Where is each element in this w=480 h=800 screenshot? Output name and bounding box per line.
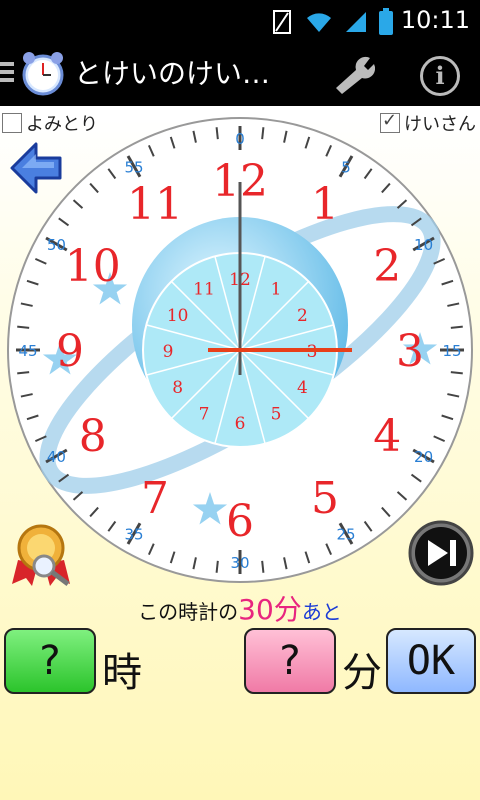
app-title: とけいのけい… [74,57,271,90]
minute-label: 40 [47,448,66,466]
hour-number: 11 [127,179,183,230]
inner-number: 10 [167,306,189,326]
skip-next-button[interactable] [408,520,474,586]
hint-suffix: あと [301,600,342,624]
hour-number: 6 [226,496,254,547]
minute-label: 55 [124,158,143,176]
minute-tick [215,560,219,573]
minute-label: 10 [414,236,433,254]
minute-tick [261,560,265,573]
info-icon[interactable]: i [420,56,460,96]
inner-number: 4 [297,378,308,398]
hour-number: 2 [373,241,401,292]
hour-number: 1 [311,179,339,230]
inner-number: 9 [163,342,174,362]
minute-tick [450,325,463,329]
hour-number: 3 [396,326,424,377]
question-hint: この時計の30分あと [0,588,480,628]
minute-answer-button[interactable]: ? [244,628,336,694]
minute-unit-label: 分 [342,650,382,696]
minute-tick [450,371,463,375]
inner-number: 8 [172,378,183,398]
inner-number: 5 [271,404,282,424]
app-logo-icon[interactable] [20,50,66,96]
hour-number: 9 [56,326,84,377]
hour-number: 8 [79,411,107,462]
inner-number: 11 [193,280,215,300]
status-time: 10:11 [400,6,470,34]
inner-number: 6 [235,414,246,434]
hour-number: 4 [373,411,401,462]
settings-wrench-icon[interactable] [330,54,378,94]
inner-number: 1 [271,280,282,300]
minute-label: 25 [336,526,355,544]
wifi-icon [307,13,331,32]
menu-icon[interactable] [0,62,14,84]
minute-tick [261,127,265,140]
minute-label: 5 [341,158,351,176]
hint-value: 30分 [238,593,302,626]
minute-label: 15 [442,342,461,360]
minute-answer-value: ? [279,638,301,684]
analog-clock: 0510152025303540455055 12 1234567891011 1… [7,117,473,583]
status-bar: 10:11 [0,0,480,40]
battery-icon [379,8,393,35]
status-icons [272,8,394,36]
inner-number: 7 [199,404,210,424]
hour-answer-value: ? [39,638,61,684]
minute-label: 30 [230,554,249,572]
minute-label: 0 [235,130,245,148]
app-bar: とけいのけい… i [0,40,480,106]
minute-label: 45 [18,342,37,360]
minute-tick [17,371,30,375]
sim-icon [273,10,291,34]
minute-label: 35 [124,526,143,544]
hour-unit-label: 時 [102,650,142,696]
minute-label: 20 [414,448,433,466]
minute-tick [215,127,219,140]
hour-number: 5 [311,473,339,524]
hour-number: 10 [65,241,121,292]
hint-prefix: この時計の [138,600,239,624]
medal-magnifier-icon[interactable] [8,520,74,588]
minute-label: 50 [47,236,66,254]
ok-label: OK [406,638,456,684]
back-arrow-icon[interactable] [8,140,64,196]
inner-number: 2 [297,306,308,326]
signal-icon [346,12,366,32]
ok-button[interactable]: OK [386,628,476,694]
minute-tick [17,325,30,329]
hour-answer-button[interactable]: ? [4,628,96,694]
hour-number: 7 [141,473,169,524]
